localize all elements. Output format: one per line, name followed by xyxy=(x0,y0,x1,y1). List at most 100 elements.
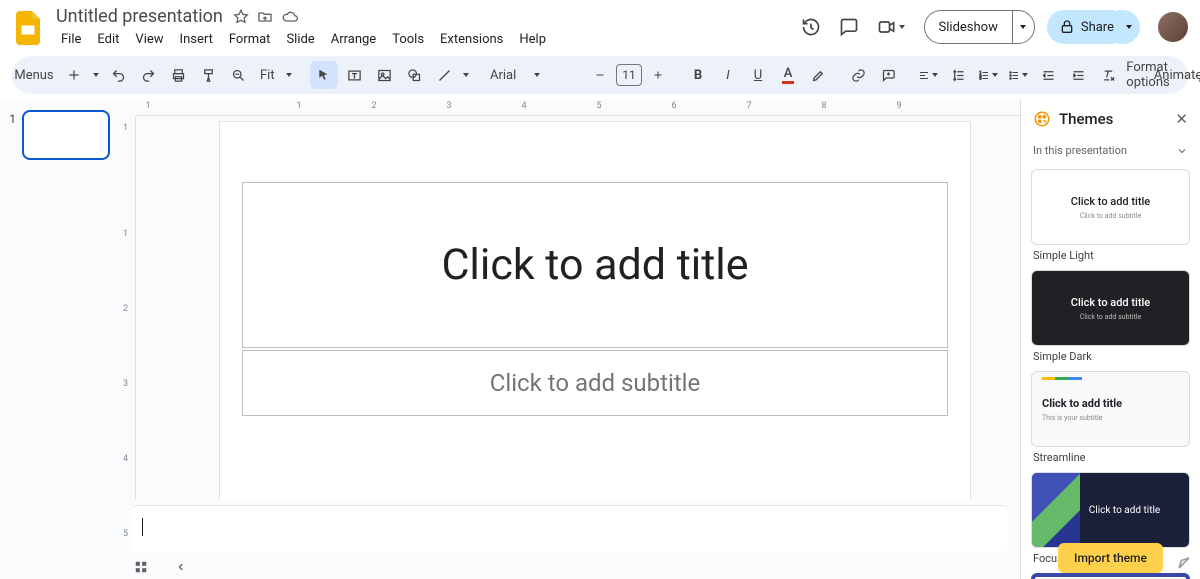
meet-icon[interactable] xyxy=(874,14,908,40)
insert-link-button[interactable] xyxy=(844,61,872,89)
slide-thumb[interactable] xyxy=(22,110,110,160)
indent-inc-button[interactable] xyxy=(1064,61,1092,89)
search-menus-label: Menus xyxy=(8,68,59,83)
prev-slide-icon[interactable] xyxy=(168,557,194,577)
slide-thumbnail-1[interactable]: 1 xyxy=(8,110,112,160)
menu-help[interactable]: Help xyxy=(512,30,553,49)
title-placeholder[interactable]: Click to add title xyxy=(242,182,948,348)
themes-icon xyxy=(1033,110,1051,128)
zoom-button[interactable] xyxy=(224,61,252,89)
slideshow-split-button: Slideshow xyxy=(924,10,1035,44)
themes-subheading-row[interactable]: In this presentation xyxy=(1021,138,1200,163)
italic-button[interactable]: I xyxy=(714,61,742,89)
zoom-select[interactable]: Fit xyxy=(254,61,298,89)
history-icon[interactable] xyxy=(798,14,824,40)
docbar-right-actions: Slideshow Share xyxy=(798,10,1188,44)
line-tool-dropdown[interactable] xyxy=(460,61,472,89)
font-size-inc[interactable] xyxy=(644,61,672,89)
bottom-bar xyxy=(120,555,1020,579)
menu-extensions[interactable]: Extensions xyxy=(433,30,510,49)
menu-file[interactable]: File xyxy=(54,30,88,49)
line-tool[interactable] xyxy=(430,61,458,89)
filmstrip[interactable]: 1 xyxy=(0,100,120,579)
explore-fab[interactable] xyxy=(1174,553,1194,573)
menu-insert[interactable]: Insert xyxy=(173,30,220,49)
undo-button[interactable] xyxy=(104,61,132,89)
shape-tool[interactable] xyxy=(400,61,428,89)
slide-number: 1 xyxy=(8,110,16,126)
slide-canvas[interactable]: Click to add title Click to add subtitle xyxy=(220,122,970,499)
theme-simple-dark[interactable]: Click to add title Click to add subtitle xyxy=(1031,270,1190,346)
menubar: File Edit View Insert Format Slide Arran… xyxy=(54,30,553,49)
new-slide-dropdown[interactable] xyxy=(90,61,102,89)
cloud-status-icon[interactable] xyxy=(281,9,299,25)
line-spacing-button[interactable] xyxy=(944,61,972,89)
move-icon[interactable] xyxy=(257,9,273,25)
paint-format-button[interactable] xyxy=(194,61,222,89)
chevron-down-icon xyxy=(1176,145,1188,157)
vertical-ruler[interactable]: 1 1 2 3 4 5 xyxy=(120,116,136,499)
subtitle-placeholder[interactable]: Click to add subtitle xyxy=(242,350,948,416)
select-tool[interactable] xyxy=(310,61,338,89)
animate-button[interactable]: Animate xyxy=(1164,61,1192,89)
app-logo[interactable] xyxy=(12,8,46,48)
menu-edit[interactable]: Edit xyxy=(90,30,126,49)
font-size-dec[interactable] xyxy=(586,61,614,89)
share-dropdown[interactable] xyxy=(1118,10,1140,44)
themes-close-icon[interactable]: ✕ xyxy=(1175,110,1188,128)
toolbar: Menus Fit Arial 11 B I U A 123 Format op… xyxy=(12,56,1188,94)
font-select[interactable]: Arial xyxy=(484,61,574,89)
menu-arrange[interactable]: Arrange xyxy=(324,30,383,49)
star-icon[interactable] xyxy=(233,9,249,25)
new-slide-button[interactable] xyxy=(60,61,88,89)
theme-focus[interactable]: Click to add title xyxy=(1031,472,1190,548)
image-tool[interactable] xyxy=(370,61,398,89)
comments-icon[interactable] xyxy=(836,14,862,40)
text-color-button[interactable]: A xyxy=(774,61,802,89)
slideshow-button[interactable]: Slideshow xyxy=(925,11,1012,43)
themes-panel: Themes ✕ In this presentation Click to a… xyxy=(1020,100,1200,579)
menu-tools[interactable]: Tools xyxy=(385,30,431,49)
canvas-area: 1 1 2 3 4 5 6 7 8 9 1 1 2 3 4 5 Click to… xyxy=(120,100,1020,579)
slideshow-dropdown[interactable] xyxy=(1012,11,1034,43)
themes-list[interactable]: Click to add title Click to add subtitle… xyxy=(1021,163,1200,579)
theme-label: Streamline xyxy=(1033,451,1190,464)
theme-label: Simple Dark xyxy=(1033,350,1190,363)
workspace: 1 1 1 2 3 4 5 6 7 8 9 1 1 2 3 4 5 xyxy=(0,100,1200,579)
theme-streamline[interactable]: Click to add title This is your subtitle xyxy=(1031,371,1190,447)
bold-button[interactable]: B xyxy=(684,61,712,89)
numbered-list-button[interactable]: 123 xyxy=(974,61,1002,89)
font-size-input[interactable]: 11 xyxy=(616,64,642,86)
underline-button[interactable]: U xyxy=(744,61,772,89)
menu-format[interactable]: Format xyxy=(222,30,278,49)
theme-label: Simple Light xyxy=(1033,249,1190,262)
share-button[interactable]: Share xyxy=(1047,10,1128,44)
bulleted-list-button[interactable] xyxy=(1004,61,1032,89)
svg-text:3: 3 xyxy=(980,76,982,80)
svg-text:1: 1 xyxy=(980,70,982,74)
account-avatar[interactable] xyxy=(1158,12,1188,42)
slide-stage[interactable]: Click to add title Click to add subtitle xyxy=(136,116,1020,499)
search-menus-button[interactable]: Menus xyxy=(20,61,48,89)
highlight-button[interactable] xyxy=(804,61,832,89)
pen-button[interactable] xyxy=(1194,61,1200,89)
docbar: Untitled presentation File Edit View Ins… xyxy=(0,0,1200,56)
menu-slide[interactable]: Slide xyxy=(279,30,321,49)
print-button[interactable] xyxy=(164,61,192,89)
indent-dec-button[interactable] xyxy=(1034,61,1062,89)
clear-format-button[interactable] xyxy=(1094,61,1122,89)
insert-comment-button[interactable] xyxy=(874,61,902,89)
svg-text:2: 2 xyxy=(980,73,982,77)
themes-heading: Themes xyxy=(1059,110,1113,128)
textbox-tool[interactable] xyxy=(340,61,368,89)
redo-button[interactable] xyxy=(134,61,162,89)
speaker-notes[interactable] xyxy=(132,505,1008,553)
grid-view-icon[interactable] xyxy=(128,557,154,577)
align-button[interactable] xyxy=(914,61,942,89)
import-theme-button[interactable]: Import theme xyxy=(1058,543,1163,573)
theme-simple-light[interactable]: Click to add title Click to add subtitle xyxy=(1031,169,1190,245)
horizontal-ruler[interactable]: 1 1 2 3 4 5 6 7 8 9 xyxy=(136,100,1020,116)
theme-shift[interactable]: Click to add title xyxy=(1031,573,1190,579)
doc-title[interactable]: Untitled presentation xyxy=(54,6,225,28)
menu-view[interactable]: View xyxy=(128,30,170,49)
